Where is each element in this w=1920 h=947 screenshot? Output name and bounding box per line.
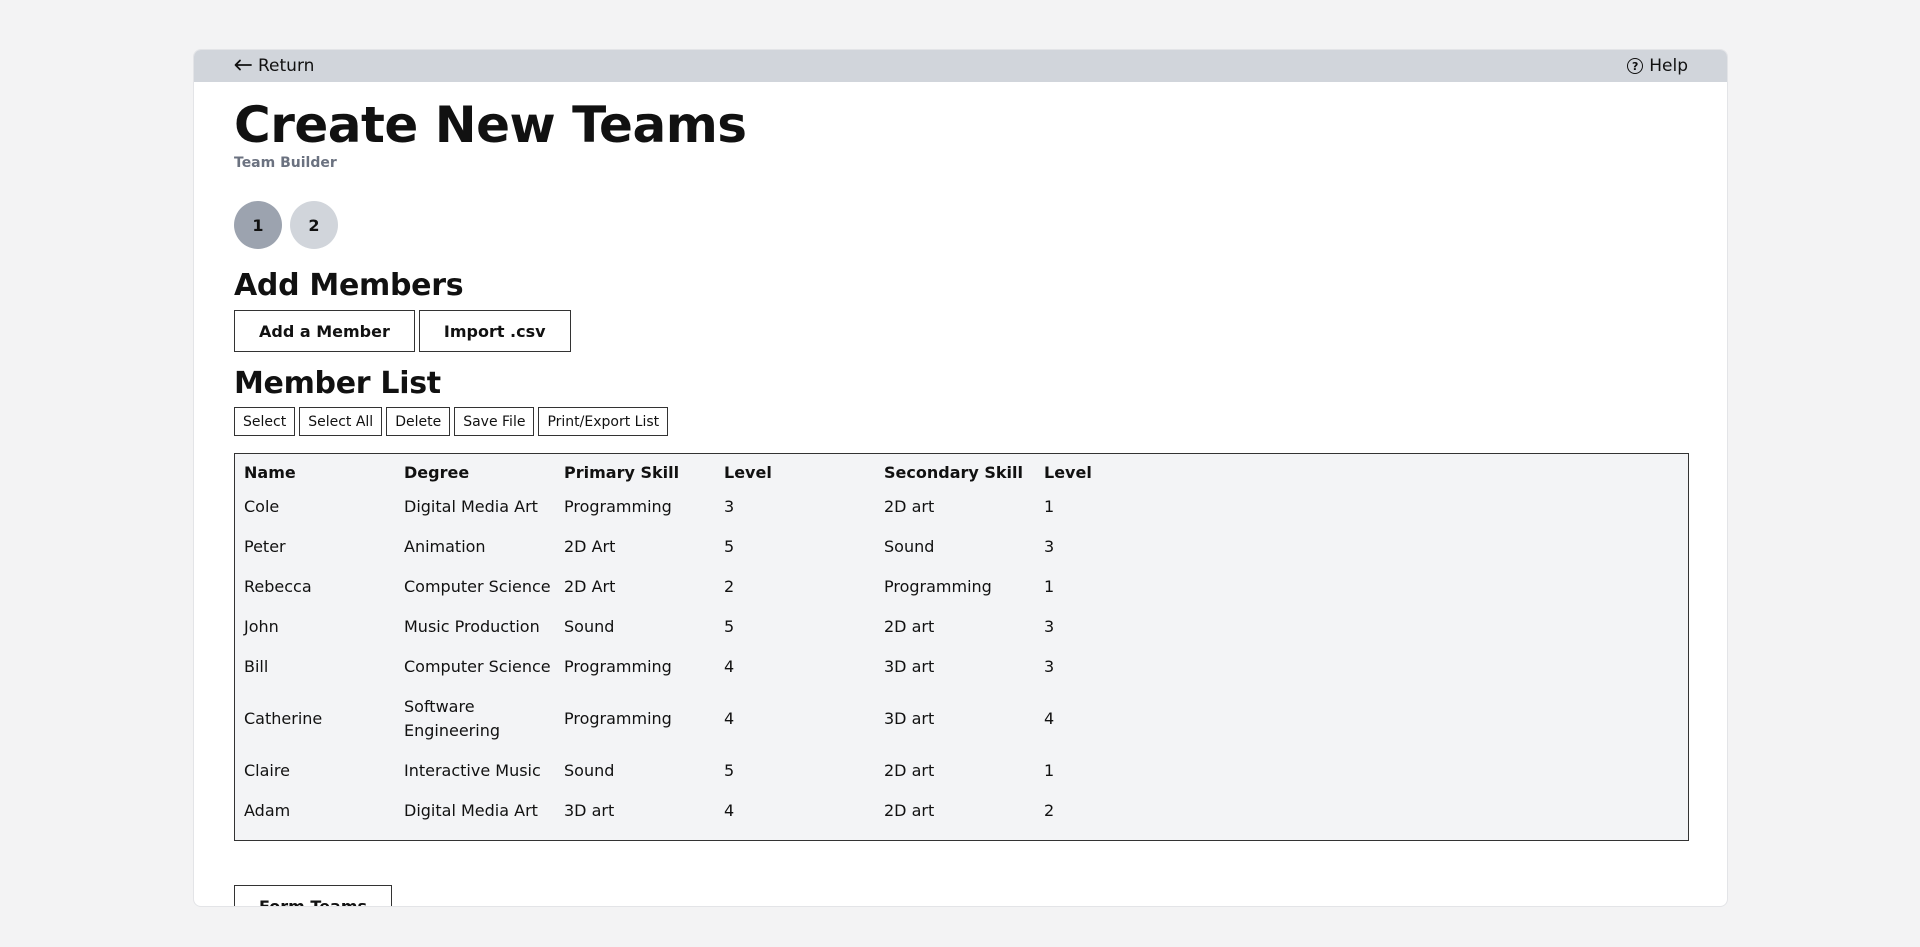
cell-primary-skill: Programming [564, 497, 672, 516]
page-subtitle: Team Builder [234, 155, 337, 171]
column-header-degree[interactable]: Degree [404, 458, 564, 487]
cell-name: John [244, 617, 279, 636]
cell-degree: Animation [404, 537, 486, 556]
cell-secondary-skill: 3D art [884, 709, 935, 728]
cell-secondary-level: 3 [1044, 657, 1055, 676]
cell-degree: Computer Science [404, 657, 551, 676]
table-row[interactable]: Adam Digital Media Art 3D art 4 2D art 2 [244, 791, 1204, 831]
add-members-actions: Add a Member Import .csv [234, 310, 571, 352]
cell-degree: Digital Media Art [404, 497, 538, 516]
member-list-heading: Member List [234, 366, 441, 401]
column-header-secondary-skill[interactable]: Secondary Skill [884, 458, 1044, 487]
member-table-container: Name Degree Primary Skill Level Secondar… [234, 453, 1689, 841]
cell-name: Peter [244, 537, 286, 556]
cell-degree: Software Engineering [404, 697, 500, 740]
cell-primary-level: 5 [724, 761, 735, 780]
cell-degree: Music Production [404, 617, 540, 636]
cell-secondary-level: 1 [1044, 497, 1055, 516]
cell-primary-skill: Programming [564, 657, 672, 676]
cell-primary-level: 5 [724, 617, 735, 636]
cell-secondary-level: 1 [1044, 577, 1055, 596]
help-button[interactable]: ? Help [1627, 50, 1688, 82]
return-button[interactable]: Return [234, 50, 314, 82]
cell-secondary-level: 3 [1044, 617, 1055, 636]
cell-primary-level: 4 [724, 657, 735, 676]
cell-secondary-skill: Sound [884, 537, 935, 556]
table-row[interactable]: Bill Computer Science Programming 4 3D a… [244, 647, 1204, 687]
cell-primary-skill: Sound [564, 617, 615, 636]
form-teams-button[interactable]: Form Teams [234, 885, 393, 906]
cell-primary-skill: 3D art [564, 801, 615, 820]
cell-name: Adam [244, 801, 291, 820]
table-header-row: Name Degree Primary Skill Level Secondar… [244, 458, 1204, 487]
cell-primary-level: 4 [724, 801, 735, 820]
cell-degree: Digital Media Art [404, 801, 538, 820]
cell-secondary-level: 2 [1044, 801, 1055, 820]
table-row[interactable]: Catherine Software Engineering Programmi… [244, 687, 1204, 751]
cell-secondary-level: 3 [1044, 537, 1055, 556]
help-label: Help [1649, 56, 1688, 76]
main-card: Return ? Help Create New Teams Team Buil… [193, 49, 1728, 907]
top-bar: Return ? Help [194, 50, 1727, 82]
cell-degree: Computer Science [404, 577, 551, 596]
select-all-button[interactable]: Select All [299, 407, 383, 436]
cell-primary-skill: Sound [564, 761, 615, 780]
table-row[interactable]: John Music Production Sound 5 2D art 3 [244, 607, 1204, 647]
cell-primary-skill: 2D Art [564, 577, 616, 596]
cell-name: Bill [244, 657, 269, 676]
select-button[interactable]: Select [234, 407, 296, 436]
cell-secondary-skill: 2D art [884, 617, 935, 636]
cell-primary-level: 3 [724, 497, 735, 516]
member-list-actions: Select Select All Delete Save File Print… [234, 407, 669, 436]
help-icon: ? [1627, 58, 1644, 74]
cell-name: Rebecca [244, 577, 312, 596]
cell-secondary-level: 1 [1044, 761, 1055, 780]
return-label: Return [258, 56, 315, 76]
table-row[interactable]: Claire Interactive Music Sound 5 2D art … [244, 751, 1204, 791]
cell-secondary-skill: 2D art [884, 801, 935, 820]
cell-name: Catherine [244, 709, 323, 728]
add-member-button[interactable]: Add a Member [234, 310, 415, 352]
print-export-button[interactable]: Print/Export List [538, 407, 669, 436]
cell-secondary-skill: 2D art [884, 497, 935, 516]
cell-primary-level: 4 [724, 709, 735, 728]
add-members-heading: Add Members [234, 268, 464, 303]
column-header-primary-skill[interactable]: Primary Skill [564, 458, 724, 487]
cell-primary-level: 2 [724, 577, 735, 596]
member-table: Name Degree Primary Skill Level Secondar… [244, 458, 1204, 831]
table-row[interactable]: Cole Digital Media Art Programming 3 2D … [244, 487, 1204, 527]
cell-primary-level: 5 [724, 537, 735, 556]
cell-primary-skill: Programming [564, 709, 672, 728]
save-file-button[interactable]: Save File [454, 407, 535, 436]
step-indicator: 1 2 [234, 201, 338, 249]
cell-secondary-level: 4 [1044, 709, 1055, 728]
cell-secondary-skill: 3D art [884, 657, 935, 676]
column-header-secondary-level[interactable]: Level [1044, 458, 1204, 487]
cell-name: Cole [244, 497, 280, 516]
page-title: Create New Teams [234, 96, 747, 154]
column-header-name[interactable]: Name [244, 458, 404, 487]
arrow-left-icon [234, 56, 252, 76]
import-csv-button[interactable]: Import .csv [418, 310, 571, 352]
step-2[interactable]: 2 [290, 201, 338, 249]
cell-secondary-skill: 2D art [884, 761, 935, 780]
step-1[interactable]: 1 [234, 201, 282, 249]
cell-primary-skill: 2D Art [564, 537, 616, 556]
column-header-primary-level[interactable]: Level [724, 458, 884, 487]
delete-button[interactable]: Delete [386, 407, 451, 436]
table-row[interactable]: Peter Animation 2D Art 5 Sound 3 [244, 527, 1204, 567]
table-row[interactable]: Rebecca Computer Science 2D Art 2 Progra… [244, 567, 1204, 607]
cell-name: Claire [244, 761, 290, 780]
cell-secondary-skill: Programming [884, 577, 992, 596]
cell-degree: Interactive Music [404, 761, 541, 780]
